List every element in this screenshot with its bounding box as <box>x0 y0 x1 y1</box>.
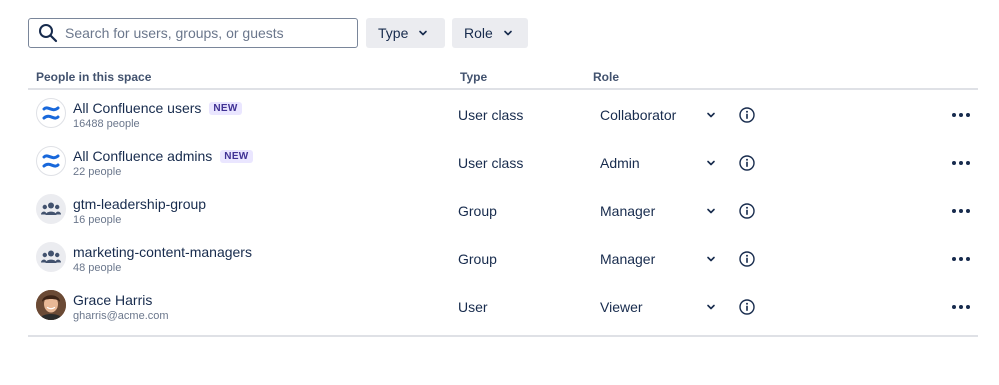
search-icon <box>38 23 58 43</box>
row-name-group: Grace Harris <box>73 292 152 308</box>
row-type: User <box>458 299 488 315</box>
confluence-logo-icon <box>36 98 66 128</box>
row-name: Grace Harris <box>73 292 153 308</box>
info-icon[interactable] <box>739 299 755 315</box>
group-icon <box>36 242 66 272</box>
user-avatar <box>36 290 66 320</box>
row-name: gtm-leadership-group <box>73 196 207 212</box>
table-row: marketing-content-managers 48 people Gro… <box>28 234 978 282</box>
type-filter-label: Type <box>378 25 409 41</box>
column-header-type: Type <box>460 70 488 84</box>
row-type: User class <box>458 107 524 123</box>
table-row: All Confluence users NEW 16488 people Us… <box>28 90 978 138</box>
row-subtext: 16 people <box>73 214 122 226</box>
row-name-group: All Confluence users NEW <box>73 100 242 116</box>
role-value: Admin <box>600 155 640 171</box>
row-type: Group <box>458 251 497 267</box>
row-type: User class <box>458 155 524 171</box>
chevron-down-icon <box>706 155 716 171</box>
role-value: Manager <box>600 203 656 219</box>
new-badge: NEW <box>220 149 253 163</box>
role-select[interactable]: Viewer <box>592 291 722 323</box>
chevron-down-icon <box>503 28 513 38</box>
row-subtext: 22 people <box>73 166 122 178</box>
row-subtext: 16488 people <box>73 118 140 130</box>
role-select[interactable]: Manager <box>592 243 722 275</box>
role-value: Collaborator <box>600 107 677 123</box>
group-icon <box>36 194 66 224</box>
info-icon[interactable] <box>739 107 755 123</box>
role-filter-button[interactable]: Role <box>452 18 528 48</box>
row-subtext: gharris@acme.com <box>73 310 169 322</box>
search-input[interactable] <box>65 25 335 41</box>
table-row: gtm-leadership-group 16 people Group Man… <box>28 186 978 234</box>
row-name-group: All Confluence admins NEW <box>73 148 253 164</box>
info-icon[interactable] <box>739 155 755 171</box>
more-actions-icon[interactable] <box>950 203 972 219</box>
column-header-people: People in this space <box>36 70 152 84</box>
role-select[interactable]: Admin <box>592 147 722 179</box>
role-value: Viewer <box>600 299 643 315</box>
more-actions-icon[interactable] <box>950 299 972 315</box>
chevron-down-icon <box>706 107 716 123</box>
new-badge: NEW <box>209 101 242 115</box>
more-actions-icon[interactable] <box>950 251 972 267</box>
row-name: marketing-content-managers <box>73 244 252 260</box>
chevron-down-icon <box>418 28 428 38</box>
row-name-group: marketing-content-managers <box>73 244 252 260</box>
table-row: All Confluence admins NEW 22 people User… <box>28 138 978 186</box>
role-select[interactable]: Manager <box>592 195 722 227</box>
confluence-logo-icon <box>36 146 66 176</box>
row-type: Group <box>458 203 497 219</box>
info-icon[interactable] <box>739 251 755 267</box>
table-bottom-divider <box>28 335 978 337</box>
role-value: Manager <box>600 251 656 267</box>
chevron-down-icon <box>706 299 716 315</box>
more-actions-icon[interactable] <box>950 155 972 171</box>
row-name: All Confluence admins <box>73 148 213 164</box>
row-name-group: gtm-leadership-group <box>73 196 206 212</box>
row-subtext: 48 people <box>73 262 122 274</box>
role-filter-label: Role <box>464 25 493 41</box>
search-field[interactable] <box>28 18 358 48</box>
table-row: Grace Harris gharris@acme.com User Viewe… <box>28 282 978 330</box>
row-name: All Confluence users <box>73 100 202 116</box>
chevron-down-icon <box>706 203 716 219</box>
chevron-down-icon <box>706 251 716 267</box>
role-select[interactable]: Collaborator <box>592 99 722 131</box>
type-filter-button[interactable]: Type <box>366 18 445 48</box>
info-icon[interactable] <box>739 203 755 219</box>
more-actions-icon[interactable] <box>950 107 972 123</box>
column-header-role: Role <box>593 70 620 84</box>
